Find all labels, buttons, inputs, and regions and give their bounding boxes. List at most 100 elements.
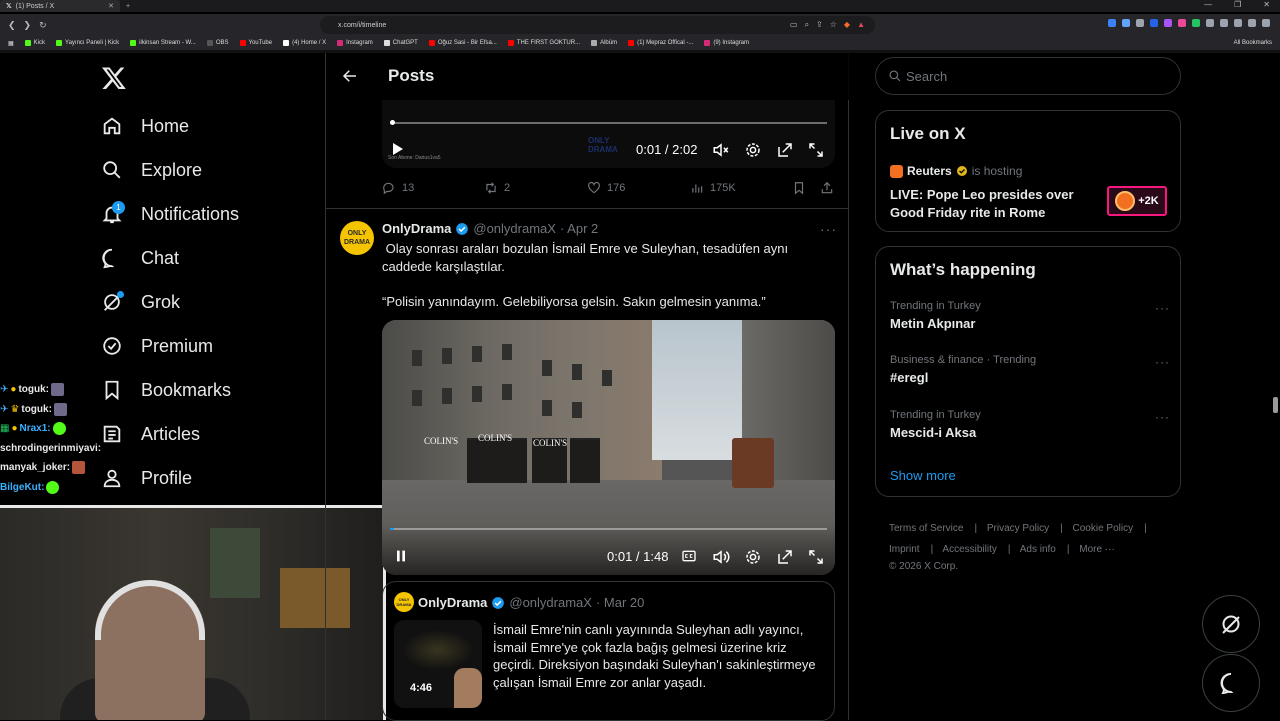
bookmark-item[interactable]: Kick [24, 40, 45, 46]
forward-nav-icon[interactable]: ❯ [24, 20, 32, 31]
nav-notifications[interactable]: 1 Notifications [101, 199, 239, 229]
extension-icon[interactable] [1164, 19, 1172, 27]
bookmark-star-icon[interactable]: ☆ [830, 20, 837, 30]
bookmark-item[interactable]: Instagram [337, 40, 373, 46]
video-progress-bar[interactable] [390, 120, 827, 125]
fullscreen-icon[interactable] [807, 548, 825, 566]
captions-icon[interactable] [681, 548, 697, 564]
browser-tab[interactable]: 𝕏 (1) Posts / X ✕ [0, 0, 120, 12]
rewards-icon[interactable]: ▲ [857, 20, 865, 30]
extension-icon[interactable] [1206, 19, 1214, 27]
volume-icon[interactable] [712, 548, 730, 566]
window-close-icon[interactable]: ✕ [1263, 0, 1270, 9]
author-name[interactable]: OnlyDrama [382, 221, 451, 236]
screenshot-icon[interactable]: ▭ [790, 20, 798, 30]
trend-item[interactable]: Trending in Turkey Mescid-i Aksa ··· [890, 409, 1170, 440]
extension-icon[interactable] [1178, 19, 1186, 27]
extension-icon[interactable] [1192, 19, 1200, 27]
progress-knob[interactable] [390, 120, 395, 125]
video-player[interactable]: COLIN'S COLIN'S COLIN'S 0:01 / 1:48 [382, 320, 835, 575]
extension-icon[interactable] [1220, 19, 1228, 27]
fullscreen-icon[interactable] [807, 141, 825, 159]
author-name[interactable]: OnlyDrama [418, 595, 487, 610]
new-tab-icon[interactable]: + [126, 3, 130, 10]
video-player[interactable]: ONLY DRAMA Son Abone: Darius1va5 0:01 / 2… [382, 100, 835, 168]
bookmark-item[interactable]: OBS [206, 40, 229, 46]
trend-item[interactable]: Trending in Turkey Metin Akpınar ··· [890, 300, 1170, 331]
footer-link[interactable]: More ··· [1079, 544, 1115, 555]
reply-button[interactable]: 13 [382, 181, 414, 195]
grok-floating-button[interactable] [1202, 595, 1260, 653]
reload-icon[interactable]: ↻ [39, 20, 47, 31]
trend-item[interactable]: Business & finance · Trending #eregl ··· [890, 354, 1170, 385]
extension-icon[interactable] [1122, 19, 1130, 27]
bookmark-folder[interactable]: Albüm [591, 40, 617, 46]
nav-premium[interactable]: Premium [101, 331, 213, 361]
nav-bookmarks[interactable]: Bookmarks [101, 375, 231, 405]
muted-icon[interactable] [712, 141, 730, 159]
back-nav-icon[interactable]: ❮ [8, 20, 16, 31]
zoom-icon[interactable]: ⌕ [805, 20, 809, 30]
apps-icon[interactable]: ▦ [8, 40, 14, 47]
maximize-icon[interactable]: ❐ [1234, 0, 1241, 9]
post-date[interactable]: · Apr 2 [560, 221, 598, 236]
pause-icon[interactable] [393, 548, 409, 564]
footer-link[interactable]: Imprint [889, 544, 920, 555]
video-progress-bar[interactable] [390, 528, 827, 530]
bookmark-item[interactable]: Oğuz Sasi - Bir Efsa... [428, 40, 497, 46]
post-date[interactable]: · Mar 20 [596, 595, 644, 610]
live-host[interactable]: Reuters is hosting [890, 164, 1022, 178]
share-icon[interactable] [820, 181, 834, 195]
author-handle[interactable]: @onlydramaX [473, 221, 556, 236]
nav-chat[interactable]: Chat [101, 243, 179, 273]
bookmark-item[interactable]: ilkinsan Stream - W... [130, 40, 196, 46]
picture-in-picture-icon[interactable] [776, 141, 794, 159]
quoted-post[interactable]: ONLY DRAMA OnlyDrama @onlydramaX · Mar 20… [382, 581, 835, 721]
bookmark-item[interactable]: Yayıncı Paneli | Kick [56, 40, 119, 46]
back-arrow-icon[interactable] [341, 67, 359, 85]
more-options-icon[interactable]: ··· [1155, 410, 1170, 424]
all-bookmarks-link[interactable]: All Bookmarks [1234, 40, 1272, 46]
nav-explore[interactable]: Explore [101, 155, 202, 185]
nav-profile[interactable]: Profile [101, 463, 192, 493]
more-options-icon[interactable]: ··· [820, 221, 837, 237]
play-icon[interactable] [389, 141, 405, 157]
extension-icon[interactable] [1150, 19, 1158, 27]
extension-icon[interactable] [1108, 19, 1116, 27]
extension-icon[interactable] [1136, 19, 1144, 27]
nav-home[interactable]: Home [101, 111, 189, 141]
bookmark-item[interactable]: THE FIRST GOKTUR... [507, 40, 580, 46]
repost-button[interactable]: 2 [484, 181, 510, 195]
bookmark-item[interactable]: (1) Mepraz Offical -... [628, 40, 693, 46]
live-listeners-badge[interactable]: +2K [1107, 186, 1167, 216]
footer-link[interactable]: Privacy Policy [987, 523, 1049, 534]
show-more-link[interactable]: Show more [890, 468, 956, 483]
live-stream-title[interactable]: LIVE: Pope Leo presides over Good Friday… [890, 186, 1090, 222]
share-icon[interactable]: ⇪ [816, 20, 823, 30]
bookmark-item[interactable]: (4) Home / X [283, 40, 326, 46]
footer-link[interactable]: Cookie Policy [1073, 523, 1134, 534]
extension-icon[interactable] [1234, 19, 1242, 27]
nav-grok[interactable]: Grok [101, 287, 180, 317]
bookmark-item[interactable]: ChatGPT [383, 40, 418, 46]
tab-close-icon[interactable]: ✕ [108, 2, 114, 10]
footer-link[interactable]: Terms of Service [889, 523, 963, 534]
extension-icon[interactable] [1248, 19, 1256, 27]
minimize-icon[interactable]: — [1204, 0, 1212, 9]
bookmark-item[interactable]: (9) Instagram [704, 40, 749, 46]
footer-link[interactable]: Ads info [1020, 544, 1056, 555]
nav-articles[interactable]: Articles [101, 419, 200, 449]
picture-in-picture-icon[interactable] [776, 548, 794, 566]
bookmark-item[interactable]: YouTube [239, 40, 272, 46]
page-scrollbar[interactable] [1273, 397, 1278, 413]
more-options-icon[interactable]: ··· [1155, 301, 1170, 315]
views-button[interactable]: 175K [690, 181, 736, 195]
search-input[interactable]: Search [875, 57, 1181, 95]
chat-floating-button[interactable] [1202, 654, 1260, 712]
settings-gear-icon[interactable] [744, 548, 762, 566]
more-options-icon[interactable]: ··· [1155, 355, 1170, 369]
author-handle[interactable]: @onlydramaX [509, 595, 592, 610]
bookmark-icon[interactable] [792, 181, 806, 195]
like-button[interactable]: 176 [587, 181, 625, 195]
footer-link[interactable]: Accessibility [942, 544, 996, 555]
